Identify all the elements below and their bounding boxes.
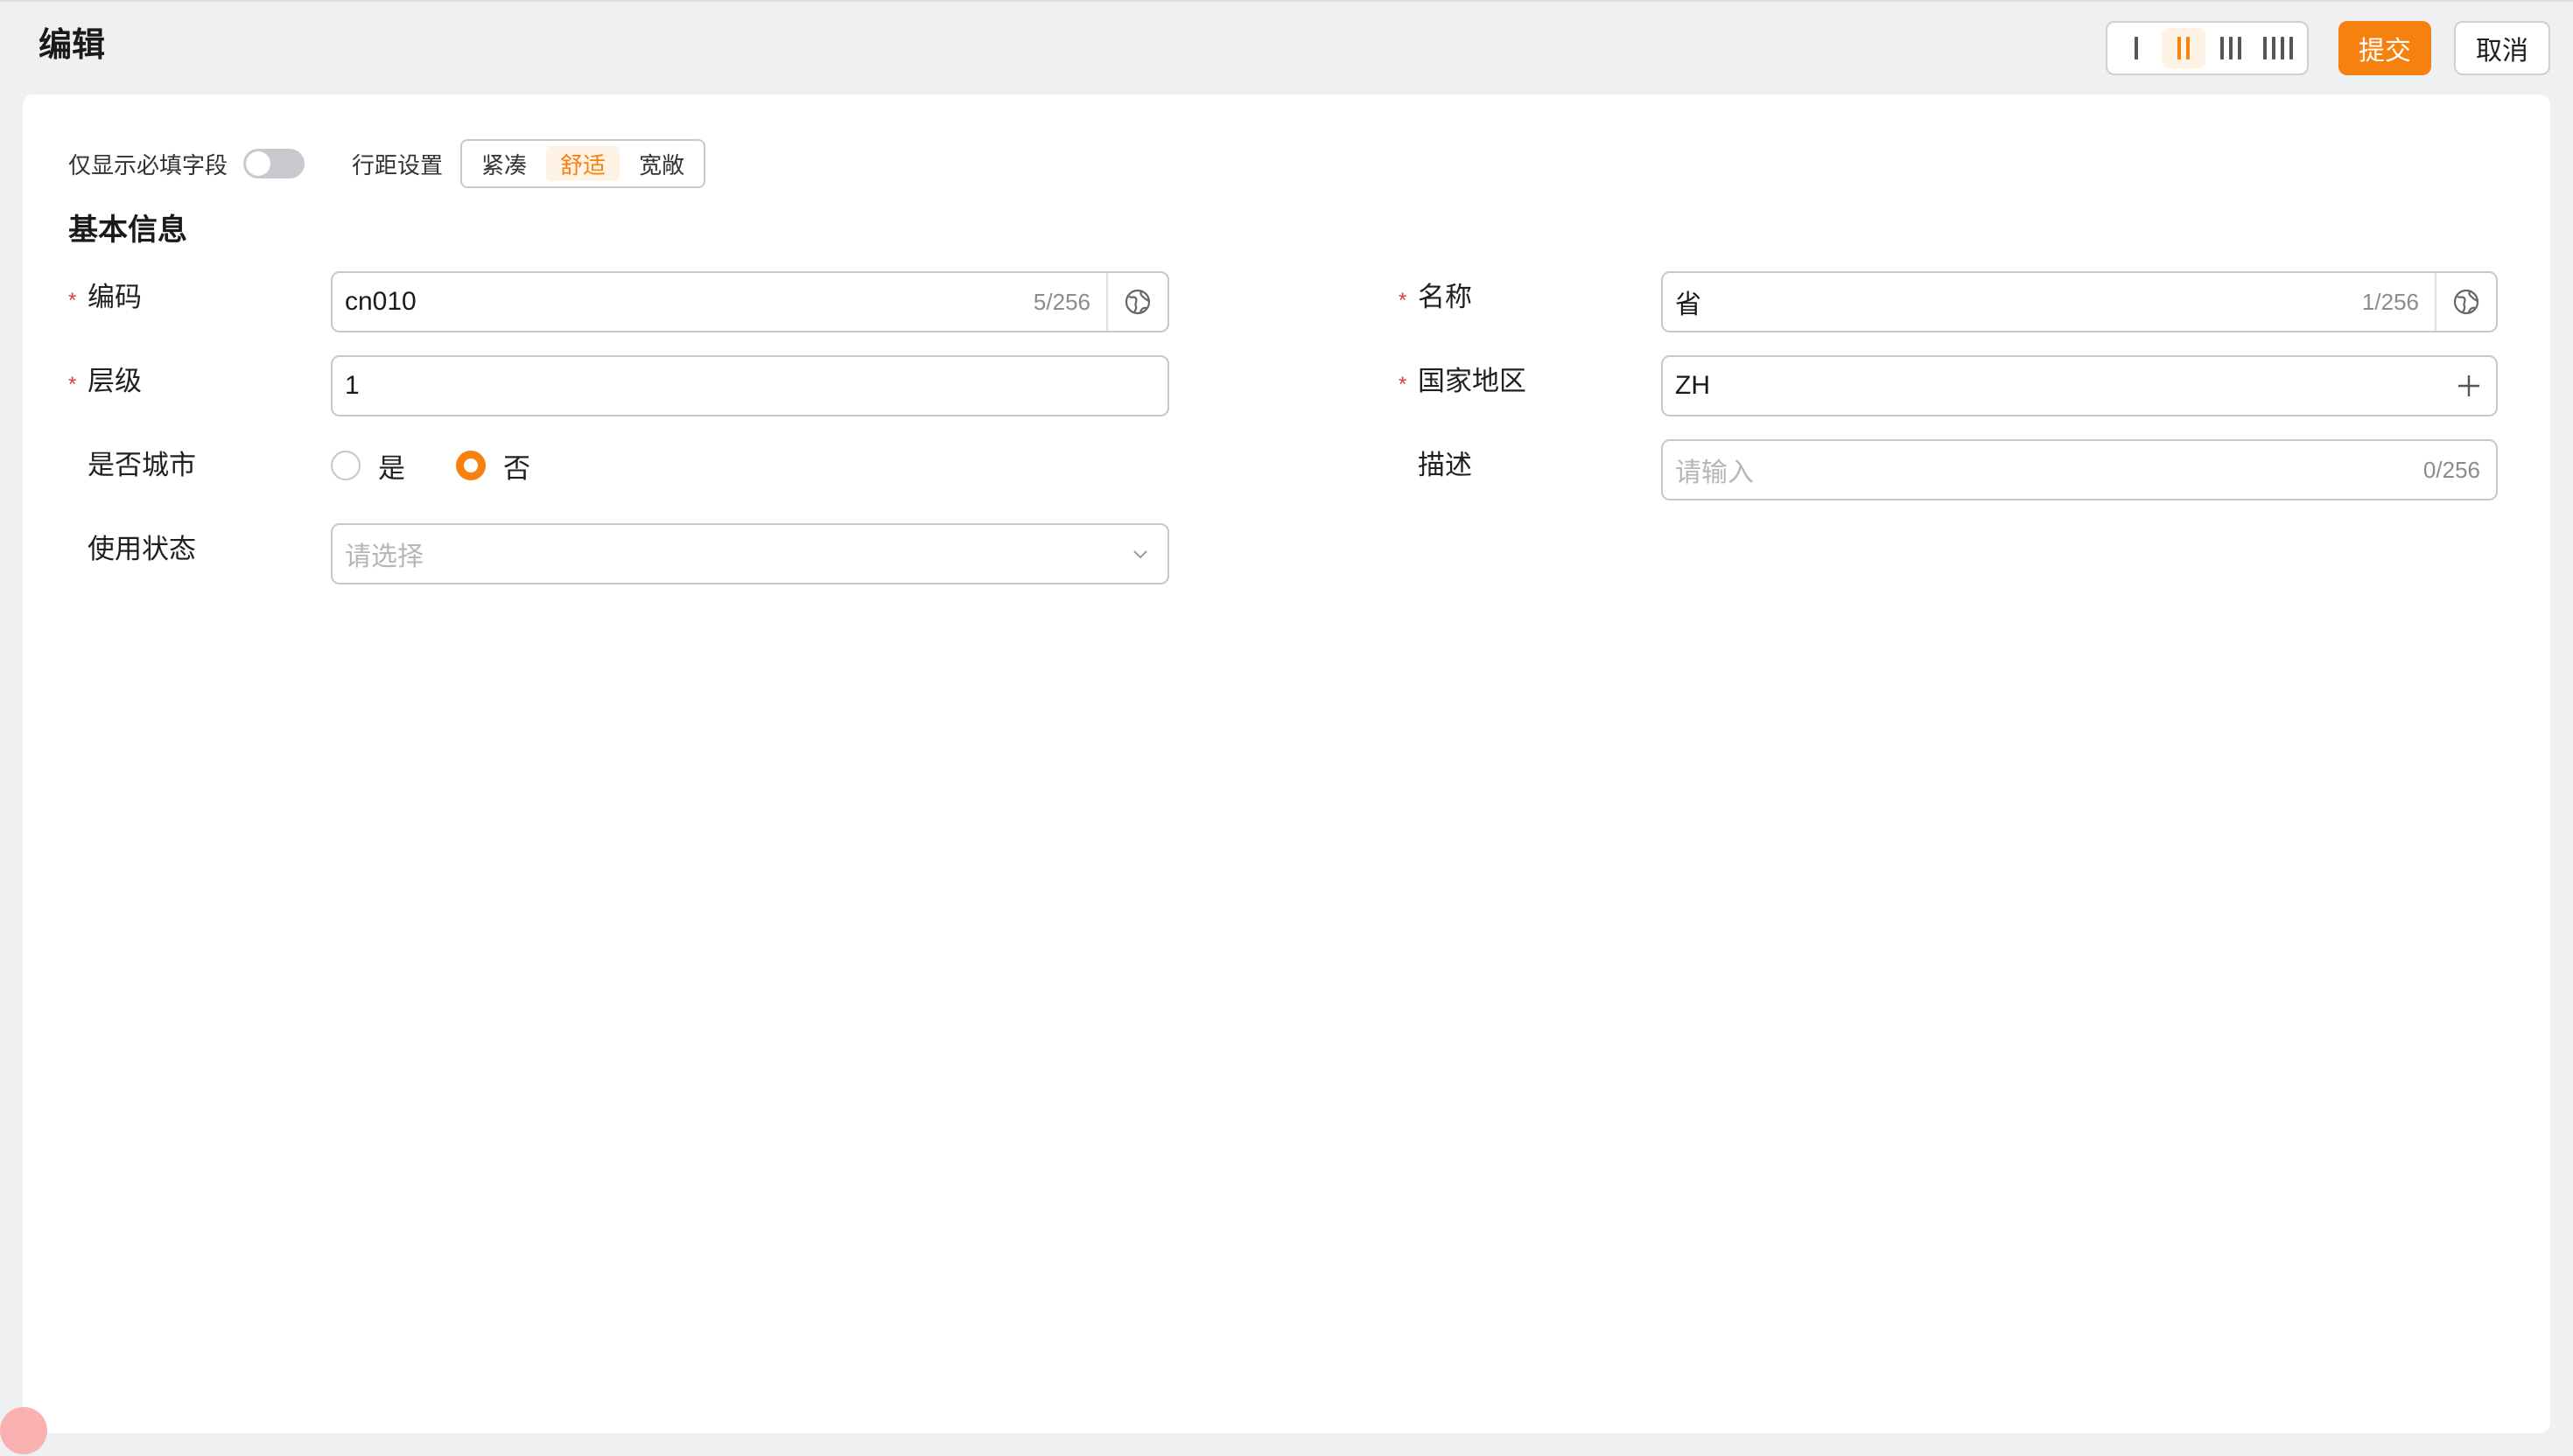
column-option-2[interactable] bbox=[2162, 28, 2205, 68]
is-city-option-no[interactable]: 否 bbox=[456, 446, 530, 486]
code-value: cn010 bbox=[345, 287, 417, 316]
spacing-option-loose[interactable]: 宽敞 bbox=[625, 146, 698, 181]
description-placeholder: 请输入 bbox=[1675, 458, 1754, 487]
cancel-button[interactable]: 取消 bbox=[2454, 21, 2550, 75]
status-select[interactable]: 请选择 bbox=[331, 523, 1169, 584]
column-option-1[interactable] bbox=[2114, 28, 2158, 68]
country-label: * 国家地区 bbox=[1399, 362, 1526, 401]
column-bar-icon bbox=[2238, 37, 2241, 60]
column-layout-switcher bbox=[2106, 21, 2309, 75]
is-city-label: 是否城市 bbox=[88, 446, 196, 485]
is-city-label-text: 是否城市 bbox=[88, 450, 196, 480]
column-bar-icon bbox=[2229, 37, 2233, 60]
plus-icon bbox=[2458, 375, 2479, 396]
country-add-button[interactable] bbox=[2442, 357, 2496, 415]
column-bar-icon bbox=[2289, 37, 2293, 60]
column-bar-icon bbox=[2281, 37, 2284, 60]
required-asterisk: * bbox=[1399, 373, 1407, 396]
required-asterisk: * bbox=[68, 289, 77, 312]
spacing-option-compact[interactable]: 紧凑 bbox=[467, 146, 541, 181]
radio-label: 是 bbox=[378, 452, 405, 484]
level-value: 1 bbox=[345, 371, 360, 400]
required-only-toggle[interactable] bbox=[243, 149, 305, 178]
column-bar-icon bbox=[2135, 37, 2138, 60]
toggle-knob bbox=[246, 151, 271, 176]
status-label: 使用状态 bbox=[88, 530, 196, 569]
description-char-count: 0/256 bbox=[2422, 456, 2480, 483]
description-input[interactable]: 请输入 0/256 bbox=[1661, 439, 2498, 500]
level-label: * 层级 bbox=[68, 362, 142, 401]
country-label-text: 国家地区 bbox=[1418, 366, 1526, 396]
name-label-text: 名称 bbox=[1418, 282, 1472, 312]
is-city-option-yes[interactable]: 是 bbox=[331, 446, 405, 486]
column-option-3[interactable] bbox=[2209, 28, 2253, 68]
name-char-count: 1/256 bbox=[2361, 288, 2419, 315]
name-translate-button[interactable] bbox=[2435, 273, 2496, 331]
description-label-text: 描述 bbox=[1418, 450, 1472, 480]
page-title: 编辑 bbox=[39, 27, 106, 64]
section-title: 基本信息 bbox=[68, 214, 187, 247]
code-label: * 编码 bbox=[68, 278, 142, 317]
required-only-label: 仅显示必填字段 bbox=[68, 151, 228, 178]
code-translate-button[interactable] bbox=[1106, 273, 1167, 331]
form-card: 仅显示必填字段 行距设置 紧凑 舒适 宽敞 基本信息 * 编码 cn010 5/… bbox=[23, 94, 2550, 1433]
name-value: 省 bbox=[1675, 290, 1701, 319]
code-char-count: 5/256 bbox=[1033, 288, 1090, 315]
code-label-text: 编码 bbox=[88, 282, 142, 312]
radio-circle bbox=[331, 451, 361, 480]
column-bar-icon bbox=[2177, 37, 2181, 60]
column-bar-icon bbox=[2220, 37, 2224, 60]
globe-icon bbox=[1125, 289, 1151, 315]
page-header: 编辑 提交 取消 bbox=[0, 0, 2573, 93]
column-bar-icon bbox=[2186, 37, 2190, 60]
column-bar-icon bbox=[2263, 37, 2267, 60]
chevron-down-icon bbox=[1113, 525, 1167, 583]
column-option-4[interactable] bbox=[2256, 28, 2300, 68]
level-label-text: 层级 bbox=[88, 366, 142, 396]
spacing-option-comfortable[interactable]: 舒适 bbox=[546, 146, 620, 181]
spacing-segmented-control: 紧凑 舒适 宽敞 bbox=[460, 139, 706, 188]
required-asterisk: * bbox=[68, 373, 77, 396]
code-input[interactable]: cn010 5/256 bbox=[331, 271, 1169, 332]
form-toolbar: 仅显示必填字段 行距设置 紧凑 舒适 宽敞 bbox=[68, 138, 706, 189]
floating-indicator[interactable] bbox=[0, 1407, 47, 1454]
status-label-text: 使用状态 bbox=[88, 534, 196, 564]
spacing-label: 行距设置 bbox=[352, 151, 444, 178]
status-placeholder: 请选择 bbox=[345, 542, 424, 571]
name-label: * 名称 bbox=[1399, 278, 1472, 317]
is-city-radio-group: 是 否 bbox=[331, 446, 581, 485]
column-bar-icon bbox=[2272, 37, 2275, 60]
required-asterisk: * bbox=[1399, 289, 1407, 312]
country-input[interactable]: ZH bbox=[1661, 355, 2498, 416]
name-input[interactable]: 省 1/256 bbox=[1661, 271, 2498, 332]
submit-button[interactable]: 提交 bbox=[2338, 21, 2431, 75]
description-label: 描述 bbox=[1418, 446, 1472, 485]
radio-circle bbox=[456, 451, 486, 480]
country-value: ZH bbox=[1675, 371, 1710, 400]
globe-icon bbox=[2453, 289, 2479, 315]
level-input[interactable]: 1 bbox=[331, 355, 1169, 416]
radio-label: 否 bbox=[503, 452, 530, 484]
